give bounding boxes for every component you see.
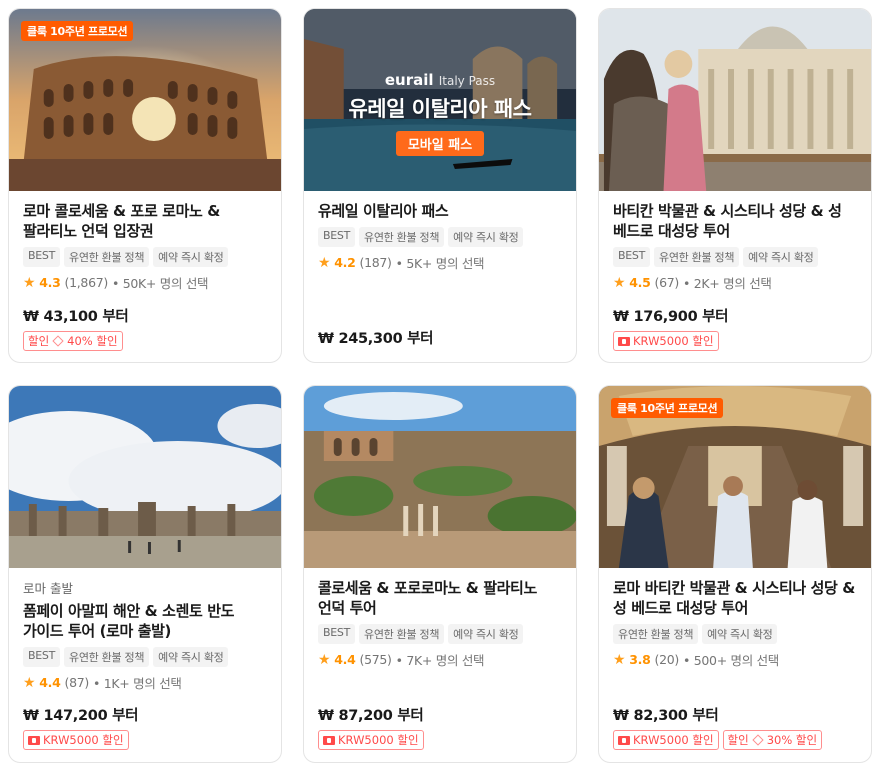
product-card-colosseum-ticket[interactable]: 클룩 10주년 프로모션 로마 콜로세움 & 포로 로마노 & 팔라티노 언덕 … (8, 8, 282, 363)
discount-badge: 할인 40% 할인 (23, 331, 123, 351)
discount-label: 할인 (727, 733, 749, 747)
review-count: (575) (359, 652, 392, 667)
rating-row: ★ 4.4 (87) • 1K+ 명의 선택 (23, 673, 267, 692)
coupon-text: KRW5000 할인 (43, 733, 124, 747)
product-title[interactable]: 폼페이 아말피 해안 & 소렌토 반도 가이드 투어 (로마 출발) (23, 601, 267, 641)
tag-refund: 유연한 환불 정책 (654, 247, 740, 267)
mobile-pass-pill: 모바일 패스 (395, 131, 485, 156)
ticket-icon (618, 735, 630, 745)
departure-subtitle: 로마 출발 (23, 581, 73, 596)
product-title[interactable]: 바티칸 박물관 & 시스티나 성당 & 성 베드로 대성당 투어 (613, 201, 857, 241)
promo-badge: 클룩 10주년 프로모션 (21, 21, 134, 41)
product-title[interactable]: 로마 바티칸 박물관 & 시스티나 성당 & 성 베드로 대성당 투어 (613, 578, 857, 618)
product-image: 클룩 10주년 프로모션 (9, 9, 281, 191)
star-icon: ★ (318, 651, 331, 668)
rating-score: 4.4 (334, 652, 356, 667)
booking-count: • 5K+ 명의 선택 (395, 256, 485, 271)
coupon-badge: KRW5000 할인 (23, 730, 129, 750)
review-count: (20) (654, 652, 680, 667)
tag-best: BEST (318, 624, 355, 644)
rating-row: ★ 3.8 (20) • 500+ 명의 선택 (613, 650, 857, 669)
banner-headline: 유레일 이탈리아 패스 (348, 97, 532, 121)
rating-score: 4.3 (39, 275, 61, 290)
star-icon: ★ (318, 254, 331, 271)
promo-badge: 클룩 10주년 프로모션 (611, 398, 724, 418)
booking-count: • 2K+ 명의 선택 (682, 276, 772, 291)
product-image: eurail Italy Pass 유레일 이탈리아 패스 모바일 패스 (304, 9, 576, 191)
tag-instant: 예약 즉시 확정 (743, 247, 819, 267)
product-image (304, 386, 576, 568)
price: ₩ 147,200 부터 (23, 708, 139, 724)
star-icon: ★ (613, 651, 626, 668)
product-card-colosseum-forum-tour[interactable]: 콜로세움 & 포로로마노 & 팔라티노 언덕 투어 BEST 유연한 환불 정책… (303, 385, 577, 763)
discount-value: 30% 할인 (766, 733, 818, 747)
discount-value: 40% 할인 (67, 334, 118, 348)
rating-score: 3.8 (629, 652, 651, 667)
product-card-vatican-tour[interactable]: 바티칸 박물관 & 시스티나 성당 & 성 베드로 대성당 투어 BEST 유연… (598, 8, 872, 363)
tag-instant: 예약 즉시 확정 (448, 624, 524, 644)
rating-row: ★ 4.3 (1,867) • 50K+ 명의 선택 (23, 273, 267, 292)
price: ₩ 245,300 부터 (318, 331, 434, 347)
tag-refund: 유연한 환불 정책 (64, 247, 150, 267)
booking-count: • 7K+ 명의 선택 (395, 653, 485, 668)
eurail-banner: eurail Italy Pass 유레일 이탈리아 패스 모바일 패스 (304, 71, 576, 156)
product-image: 클룩 10주년 프로모션 (599, 386, 871, 568)
tag-instant: 예약 즉시 확정 (153, 247, 229, 267)
tag-refund: 유연한 환불 정책 (64, 647, 150, 667)
star-icon: ★ (23, 674, 36, 691)
product-title[interactable]: 로마 콜로세움 & 포로 로마노 & 팔라티노 언덕 입장권 (23, 201, 267, 241)
discount-badge: 할인 30% 할인 (722, 730, 823, 750)
price: ₩ 82,300 부터 (613, 708, 719, 724)
review-count: (87) (64, 675, 90, 690)
tag-shape-icon (52, 335, 64, 347)
product-title[interactable]: 유레일 이탈리아 패스 (318, 201, 562, 221)
ticket-icon (323, 735, 335, 745)
rating-row: ★ 4.5 (67) • 2K+ 명의 선택 (613, 273, 857, 292)
price: ₩ 43,100 부터 (23, 309, 129, 325)
rating-row: ★ 4.2 (187) • 5K+ 명의 선택 (318, 253, 562, 272)
booking-count: • 50K+ 명의 선택 (111, 276, 209, 291)
review-count: (187) (359, 255, 392, 270)
rating-row: ★ 4.4 (575) • 7K+ 명의 선택 (318, 650, 562, 669)
product-title[interactable]: 콜로세움 & 포로로마노 & 팔라티노 언덕 투어 (318, 578, 562, 618)
coupon-text: KRW5000 할인 (633, 334, 714, 348)
price: ₩ 87,200 부터 (318, 708, 424, 724)
ticket-icon (28, 735, 40, 745)
eurail-logo: eurail Italy Pass (384, 71, 496, 89)
coupon-badge: KRW5000 할인 (613, 730, 719, 750)
discount-label: 할인 (28, 334, 50, 348)
product-card-pompeii-amalfi-tour[interactable]: 로마 출발 폼페이 아말피 해안 & 소렌토 반도 가이드 투어 (로마 출발)… (8, 385, 282, 763)
price: ₩ 176,900 부터 (613, 309, 729, 325)
tag-best: BEST (23, 247, 60, 267)
tag-refund: 유연한 환불 정책 (613, 624, 699, 644)
booking-count: • 1K+ 명의 선택 (92, 676, 182, 691)
product-card-eurail-italy-pass[interactable]: eurail Italy Pass 유레일 이탈리아 패스 모바일 패스 유레일… (303, 8, 577, 363)
review-count: (67) (654, 275, 680, 290)
tag-instant: 예약 즉시 확정 (702, 624, 778, 644)
tag-shape-icon (752, 734, 764, 746)
tag-instant: 예약 즉시 확정 (153, 647, 229, 667)
tag-best: BEST (318, 227, 355, 247)
product-image (9, 386, 281, 568)
tag-best: BEST (23, 647, 60, 667)
coupon-text: KRW5000 할인 (338, 733, 419, 747)
rating-score: 4.4 (39, 675, 61, 690)
review-count: (1,867) (64, 275, 109, 290)
coupon-text: KRW5000 할인 (633, 733, 714, 747)
rating-score: 4.2 (334, 255, 356, 270)
star-icon: ★ (23, 274, 36, 291)
coupon-badge: KRW5000 할인 (613, 331, 719, 351)
tag-refund: 유연한 환불 정책 (359, 624, 445, 644)
star-icon: ★ (613, 274, 626, 291)
product-image (599, 9, 871, 191)
ticket-icon (618, 336, 630, 346)
booking-count: • 500+ 명의 선택 (682, 653, 780, 668)
product-card-rome-vatican-tour[interactable]: 클룩 10주년 프로모션 로마 바티칸 박물관 & 시스티나 성당 & 성 베드… (598, 385, 872, 763)
tag-refund: 유연한 환불 정책 (359, 227, 445, 247)
tag-instant: 예약 즉시 확정 (448, 227, 524, 247)
coupon-badge: KRW5000 할인 (318, 730, 424, 750)
rating-score: 4.5 (629, 275, 651, 290)
tag-best: BEST (613, 247, 650, 267)
